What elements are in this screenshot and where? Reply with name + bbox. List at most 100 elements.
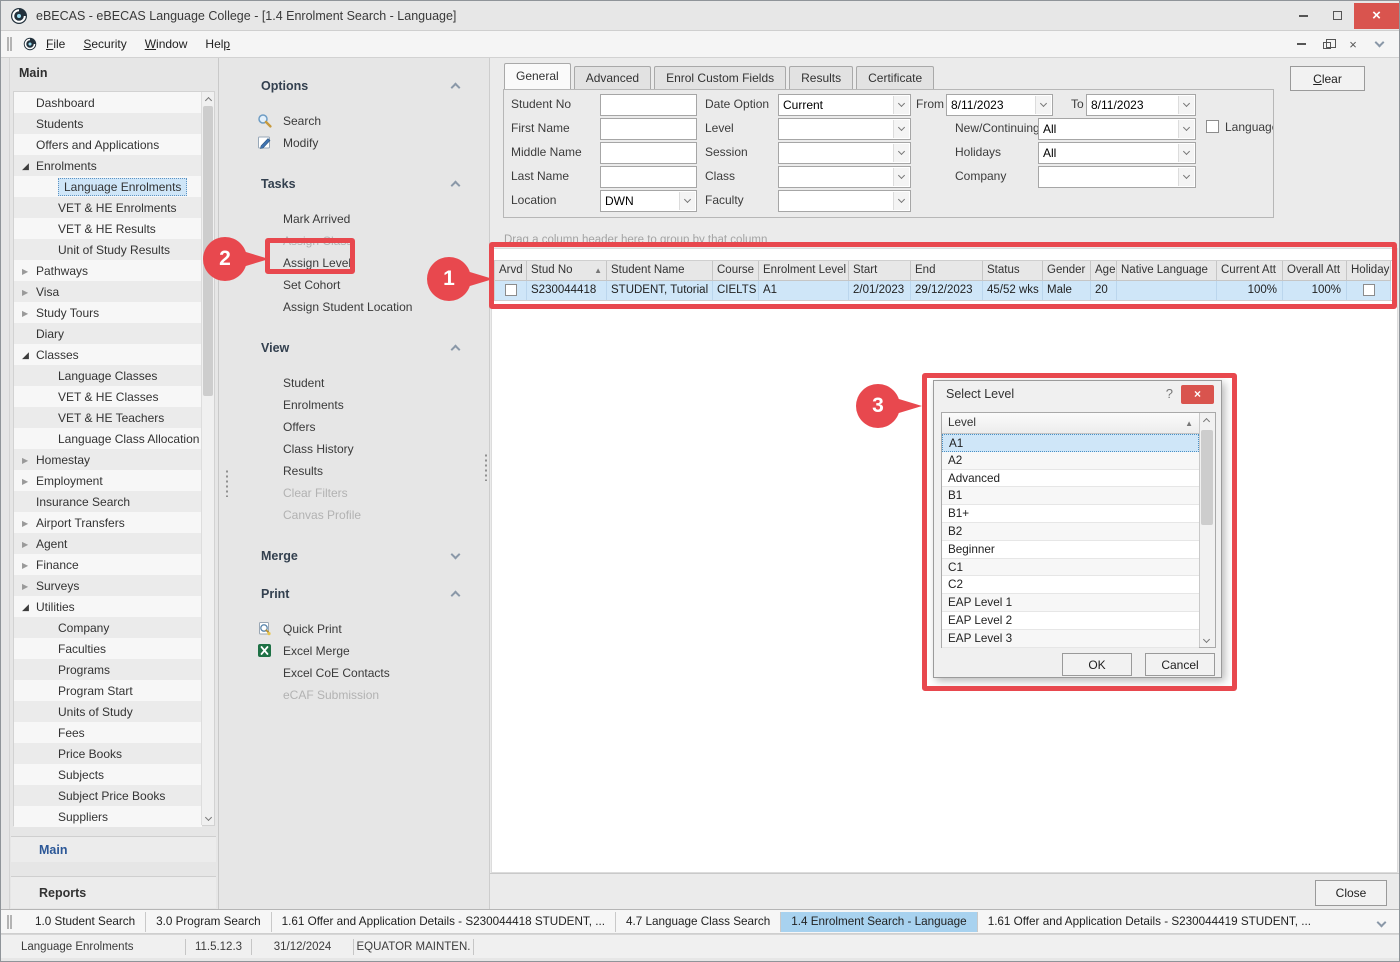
level-option-b2[interactable]: B2	[942, 523, 1199, 541]
collapsed-node-icon[interactable]: ▶	[22, 576, 36, 596]
action-mark-arrived[interactable]: Mark Arrived	[219, 208, 489, 230]
collapsed-node-icon[interactable]: ▶	[22, 303, 36, 323]
tree-item-subject-price-books[interactable]: Subject Price Books	[14, 785, 202, 806]
splitter-handle[interactable]	[484, 453, 488, 481]
section-header-options[interactable]: Options	[261, 78, 459, 94]
section-header-merge[interactable]: Merge	[261, 548, 459, 564]
tree-item-suppliers[interactable]: Suppliers	[14, 806, 202, 827]
mdi-minimize-button[interactable]	[1291, 35, 1311, 53]
grid-header-current-att[interactable]: Current Att	[1217, 261, 1283, 281]
minimize-button[interactable]	[1286, 3, 1320, 29]
level-list-header[interactable]: Level ▲	[942, 413, 1199, 434]
tab-general[interactable]: General	[504, 63, 571, 89]
nav-group-reports[interactable]: Reports	[11, 876, 216, 908]
chevron-down-icon[interactable]	[1178, 120, 1194, 138]
grid-header-enrolment-level[interactable]: Enrolment Level	[759, 261, 849, 281]
collapsed-node-icon[interactable]: ▶	[22, 261, 36, 281]
tree-item-enrolments[interactable]: ◢Enrolments	[14, 155, 202, 176]
tree-item-units-of-study[interactable]: Units of Study	[14, 701, 202, 722]
section-header-view[interactable]: View	[261, 340, 459, 356]
dialog-scrollbar[interactable]	[1199, 413, 1215, 647]
level-option-eap-level-1[interactable]: EAP Level 1	[942, 594, 1199, 612]
window-tab-1-61-offer-and-application-details-s2300[interactable]: 1.61 Offer and Application Details - S23…	[271, 912, 615, 932]
tree-item-dashboard[interactable]: Dashboard	[14, 92, 202, 113]
close-window-button[interactable]: ×	[1354, 3, 1399, 29]
tree-item-vet-he-enrolments[interactable]: VET & HE Enrolments	[14, 197, 202, 218]
action-set-cohort[interactable]: Set Cohort	[219, 274, 489, 296]
window-tab-4-7-language-class-search[interactable]: 4.7 Language Class Search	[615, 912, 780, 932]
help-icon[interactable]: ?	[1166, 386, 1173, 401]
grid-header-overall-att[interactable]: Overall Att	[1283, 261, 1347, 281]
dialog-close-button[interactable]: ×	[1181, 385, 1214, 404]
tree-item-utilities[interactable]: ◢Utilities	[14, 596, 202, 617]
field-student-no-input[interactable]	[600, 94, 697, 116]
tab-bar-grip[interactable]	[7, 915, 9, 929]
field-level-combo[interactable]	[778, 118, 911, 140]
chevron-down-icon[interactable]	[893, 96, 909, 114]
unchecked-checkbox[interactable]	[505, 284, 517, 296]
field-company-combo[interactable]	[1038, 166, 1196, 188]
field-to-combo[interactable]: 8/11/2023	[1086, 94, 1196, 116]
tree-item-employment[interactable]: ▶Employment	[14, 470, 202, 491]
tree-item-language-classes[interactable]: Language Classes	[14, 365, 202, 386]
level-option-c2[interactable]: C2	[942, 576, 1199, 594]
scroll-down-icon[interactable]	[202, 812, 214, 825]
level-option-c1[interactable]: C1	[942, 559, 1199, 577]
field-middle-name-input[interactable]	[600, 142, 697, 164]
field-last-name-input[interactable]	[600, 166, 697, 188]
action-excel-merge[interactable]: Excel Merge	[219, 640, 489, 662]
level-option-beginner[interactable]: Beginner	[942, 541, 1199, 559]
mdi-window-list-button[interactable]	[1369, 35, 1389, 53]
tree-item-diary[interactable]: Diary	[14, 323, 202, 344]
expanded-node-icon[interactable]: ◢	[22, 345, 36, 365]
chevron-down-icon[interactable]	[679, 192, 695, 210]
grid-header-age[interactable]: Age	[1091, 261, 1117, 281]
action-student[interactable]: Student	[219, 372, 489, 394]
action-offers[interactable]: Offers	[219, 416, 489, 438]
titlebar[interactable]: eBECAS - eBECAS Language College - [1.4 …	[1, 1, 1399, 31]
tree-item-program-start[interactable]: Program Start	[14, 680, 202, 701]
tree-item-surveys[interactable]: ▶Surveys	[14, 575, 202, 596]
action-modify[interactable]: Modify	[219, 132, 489, 154]
splitter-handle[interactable]	[225, 469, 229, 497]
tree-item-homestay[interactable]: ▶Homestay	[14, 449, 202, 470]
menu-window[interactable]: Window	[136, 32, 197, 57]
mdi-restore-button[interactable]	[1317, 35, 1337, 53]
field-faculty-combo[interactable]	[778, 190, 911, 212]
grid-header-end[interactable]: End	[911, 261, 983, 281]
tree-item-visa[interactable]: ▶Visa	[14, 281, 202, 302]
level-option-b1[interactable]: B1	[942, 487, 1199, 505]
grid-header-arvd[interactable]: Arvd	[495, 261, 527, 281]
ok-button[interactable]: OK	[1062, 653, 1132, 676]
grid-row[interactable]: S230044418STUDENT, TutorialCIELTSA12/01/…	[495, 281, 1396, 300]
menu-file[interactable]: File	[37, 32, 74, 57]
grid-header-stud-no[interactable]: Stud No▲	[527, 261, 607, 281]
chevron-down-icon[interactable]	[893, 144, 909, 162]
chevron-down-icon[interactable]	[1178, 96, 1194, 114]
action-results[interactable]: Results	[219, 460, 489, 482]
language-checkbox[interactable]	[1206, 120, 1219, 133]
scroll-up-icon[interactable]	[1200, 413, 1212, 426]
grid-header-start[interactable]: Start	[849, 261, 911, 281]
scroll-up-icon[interactable]	[202, 92, 214, 105]
cancel-button[interactable]: Cancel	[1145, 653, 1215, 676]
action-quick-print[interactable]: Quick Print	[219, 618, 489, 640]
tab-enrol-custom-fields[interactable]: Enrol Custom Fields	[654, 66, 786, 89]
tree-item-language-class-allocation[interactable]: Language Class Allocation	[14, 428, 202, 449]
tree-item-offers-and-applications[interactable]: Offers and Applications	[14, 134, 202, 155]
nav-group-main[interactable]: Main	[11, 836, 216, 862]
tree-item-programs[interactable]: Programs	[14, 659, 202, 680]
collapsed-node-icon[interactable]: ▶	[22, 513, 36, 533]
tab-results[interactable]: Results	[789, 66, 853, 89]
collapsed-node-icon[interactable]: ▶	[22, 555, 36, 575]
tree-item-vet-he-classes[interactable]: VET & HE Classes	[14, 386, 202, 407]
tree-item-unit-of-study-results[interactable]: Unit of Study Results	[14, 239, 202, 260]
tree-item-faculties[interactable]: Faculties	[14, 638, 202, 659]
tree-item-agent[interactable]: ▶Agent	[14, 533, 202, 554]
tree-item-company[interactable]: Company	[14, 617, 202, 638]
tree-item-airport-transfers[interactable]: ▶Airport Transfers	[14, 512, 202, 533]
level-option-eap-level-2[interactable]: EAP Level 2	[942, 612, 1199, 630]
window-tab-1-61-offer-and-application-details-s2300[interactable]: 1.61 Offer and Application Details - S23…	[977, 912, 1321, 932]
chevron-down-icon[interactable]	[1035, 96, 1051, 114]
level-option-b1[interactable]: B1+	[942, 505, 1199, 523]
